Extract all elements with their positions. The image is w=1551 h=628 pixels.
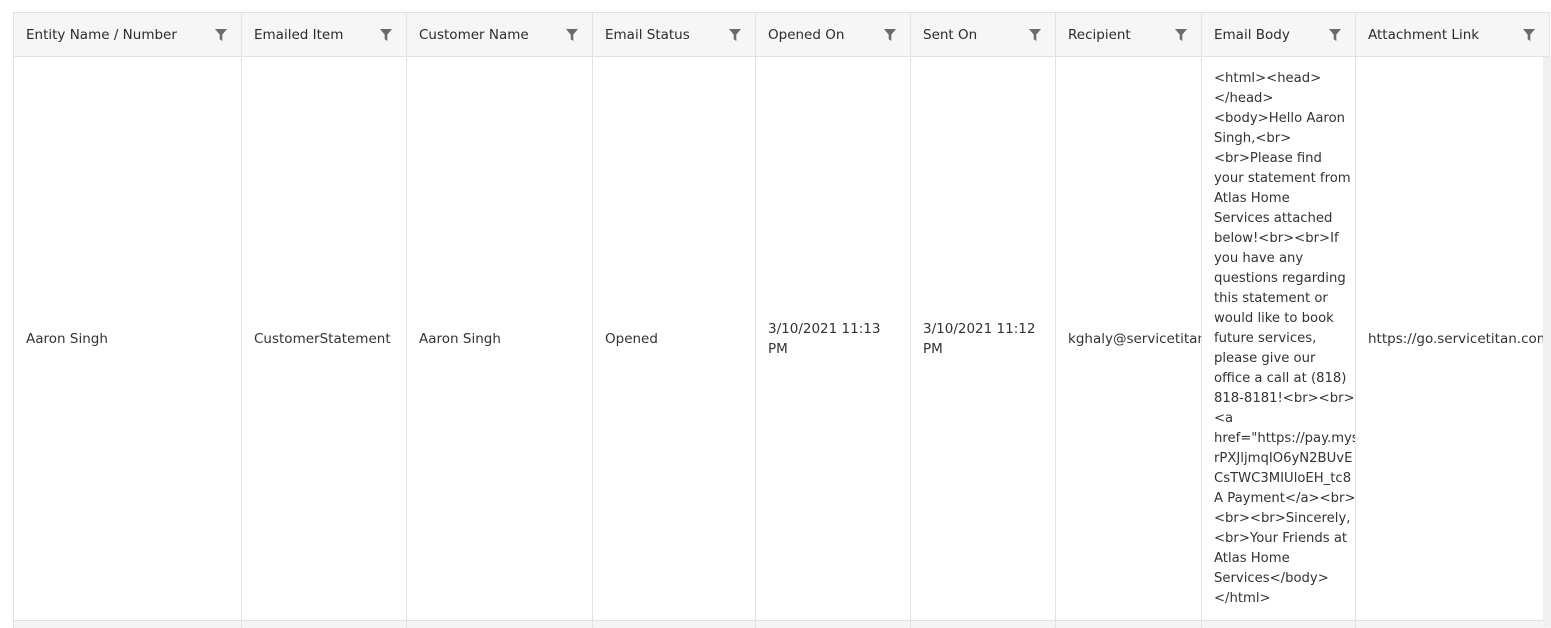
column-header-attachment-link[interactable]: Attachment Link — [1356, 13, 1550, 57]
column-header-label: Email Body — [1214, 26, 1290, 43]
filter-icon[interactable] — [1522, 28, 1536, 42]
column-header-label: Attachment Link — [1368, 26, 1480, 43]
cell-customer-name: Aaron Singh — [407, 57, 593, 621]
column-header-label: Recipient — [1068, 26, 1131, 43]
filter-icon[interactable] — [1174, 28, 1188, 42]
column-header-label: Opened On — [768, 26, 845, 43]
column-header-label: Customer Name — [419, 26, 529, 43]
filter-icon[interactable] — [214, 28, 228, 42]
cell-emailed-item: CustomerStatement — [242, 57, 407, 621]
column-header-email-status[interactable]: Email Status — [593, 13, 756, 57]
cell-attachment-link[interactable]: https://go.servicetitan.com/C — [1356, 57, 1550, 621]
column-header-label: Entity Name / Number — [26, 26, 177, 43]
filter-icon[interactable] — [883, 28, 897, 42]
grid-body: Entity Name / Number Emailed Item Custom… — [14, 13, 1550, 628]
filter-icon[interactable] — [565, 28, 579, 42]
filter-icon[interactable] — [379, 28, 393, 42]
column-header-sent-on[interactable]: Sent On — [911, 13, 1056, 57]
vertical-scrollbar[interactable] — [1543, 57, 1551, 627]
column-header-label: Sent On — [923, 26, 978, 43]
column-header-emailed-item[interactable]: Emailed Item — [242, 13, 407, 57]
column-header-email-body[interactable]: Email Body — [1202, 13, 1356, 57]
cell-opened-on: 3/10/2021 11:13 PM — [756, 57, 911, 621]
cell-email-body: <html><head> </head> <body>Hello Aaron S… — [1202, 57, 1356, 621]
cell-entity: Aaron Singh — [14, 57, 242, 621]
column-header-opened-on[interactable]: Opened On — [756, 13, 911, 57]
filter-icon[interactable] — [728, 28, 742, 42]
cell-recipient: kghaly@servicetitan.c — [1056, 57, 1202, 621]
column-header-recipient[interactable]: Recipient — [1056, 13, 1202, 57]
filter-icon[interactable] — [1328, 28, 1342, 42]
cell-sent-on: 3/10/2021 11:12 PM — [911, 57, 1056, 621]
column-header-entity[interactable]: Entity Name / Number — [14, 13, 242, 57]
column-header-customer-name[interactable]: Customer Name — [407, 13, 593, 57]
column-header-label: Emailed Item — [254, 26, 344, 43]
email-history-grid: Entity Name / Number Emailed Item Custom… — [13, 12, 1550, 628]
filter-icon[interactable] — [1028, 28, 1042, 42]
column-header-label: Email Status — [605, 26, 690, 43]
cell-email-status: Opened — [593, 57, 756, 621]
